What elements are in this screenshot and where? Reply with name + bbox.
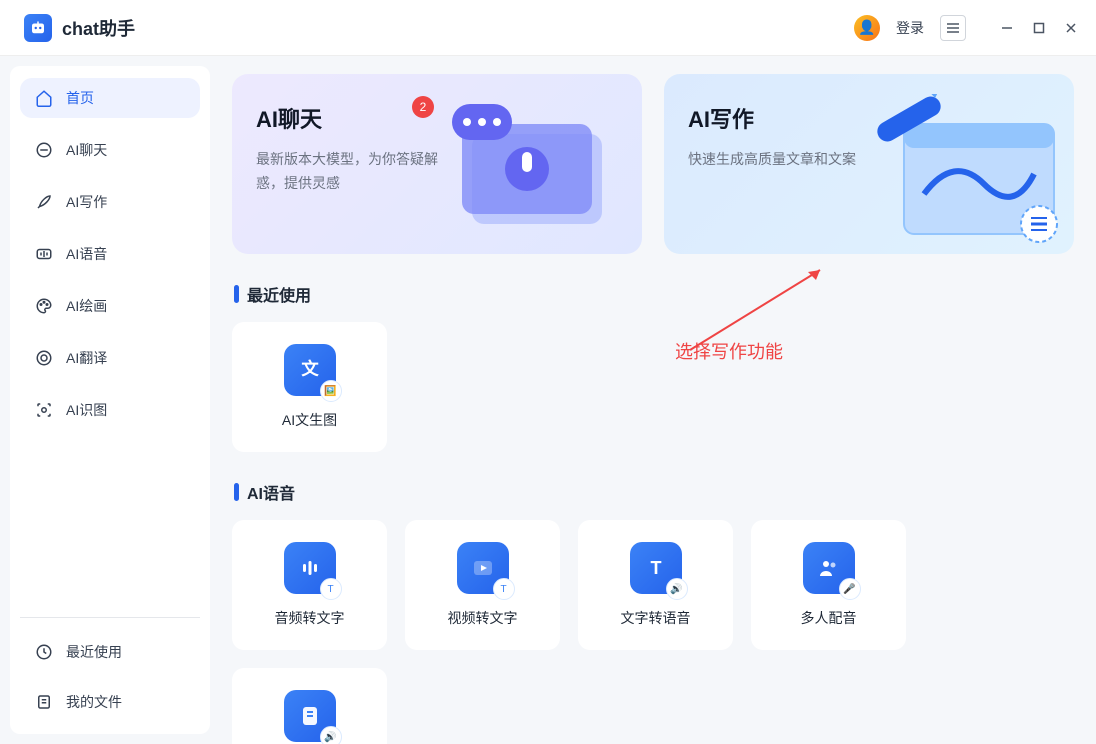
sidebar-item-home[interactable]: 首页 bbox=[20, 78, 200, 118]
text-image-icon: 文 🖼️ bbox=[284, 344, 336, 396]
sidebar-item-label: AI识图 bbox=[66, 400, 107, 420]
feature-card-write[interactable]: AI写作 快速生成高质量文章和文案 bbox=[664, 74, 1074, 254]
video-icon: T bbox=[457, 542, 509, 594]
sidebar-item-label: AI绘画 bbox=[66, 296, 107, 316]
section-header-voice: AI语音 bbox=[234, 480, 1074, 504]
tile-text-to-voice[interactable]: T 🔊 文字转语音 bbox=[578, 520, 733, 650]
sidebar-item-label: AI翻译 bbox=[66, 348, 107, 368]
section-accent-bar bbox=[234, 483, 239, 501]
write-illustration bbox=[864, 94, 1064, 244]
sidebar-item-write[interactable]: AI写作 bbox=[20, 182, 200, 222]
tile-text-to-image[interactable]: 文 🖼️ AI文生图 bbox=[232, 322, 387, 452]
minimize-button[interactable] bbox=[998, 19, 1016, 37]
sidebar-item-label: 最近使用 bbox=[66, 642, 122, 662]
file-icon bbox=[34, 692, 54, 712]
tile-document-to-voice[interactable]: 🔊 文本转语音 bbox=[232, 668, 387, 744]
sidebar-item-label: AI语音 bbox=[66, 244, 107, 264]
document-icon: 🔊 bbox=[284, 690, 336, 742]
mic-sub-icon: 🎤 bbox=[839, 578, 861, 600]
recent-tiles: 文 🖼️ AI文生图 bbox=[232, 322, 1074, 452]
feature-card-desc: 快速生成高质量文章和文案 bbox=[688, 148, 888, 172]
audio-sub-icon: 🔊 bbox=[320, 726, 342, 744]
tile-multi-voice[interactable]: 🎤 多人配音 bbox=[751, 520, 906, 650]
chat-illustration bbox=[432, 94, 632, 244]
image-sub-icon: 🖼️ bbox=[320, 380, 342, 402]
feature-card-chat[interactable]: 2 AI聊天 最新版本大模型，为你答疑解惑，提供灵感 bbox=[232, 74, 642, 254]
login-label[interactable]: 登录 bbox=[896, 18, 924, 38]
titlebar-right: 👤 登录 bbox=[854, 15, 1080, 41]
titlebar: chat助手 👤 登录 bbox=[0, 0, 1096, 56]
app-logo bbox=[24, 14, 52, 42]
tile-label: AI文生图 bbox=[282, 410, 337, 430]
people-icon: 🎤 bbox=[803, 542, 855, 594]
sidebar-item-label: 我的文件 bbox=[66, 692, 122, 712]
translate-icon bbox=[34, 348, 54, 368]
section-header-recent: 最近使用 bbox=[234, 282, 1074, 306]
annotation-text: 选择写作功能 bbox=[675, 338, 783, 364]
tile-label: 文字转语音 bbox=[621, 608, 691, 628]
app-body: 首页 AI聊天 AI写作 AI语音 AI绘画 AI翻译 bbox=[0, 56, 1096, 744]
nav-list: 首页 AI聊天 AI写作 AI语音 AI绘画 AI翻译 bbox=[20, 78, 200, 430]
sidebar-item-chat[interactable]: AI聊天 bbox=[20, 130, 200, 170]
tile-label: 多人配音 bbox=[801, 608, 857, 628]
feather-icon bbox=[34, 192, 54, 212]
sidebar-item-paint[interactable]: AI绘画 bbox=[20, 286, 200, 326]
user-avatar[interactable]: 👤 bbox=[854, 15, 880, 41]
hamburger-menu-button[interactable] bbox=[940, 15, 966, 41]
window-controls bbox=[998, 19, 1080, 37]
chat-icon bbox=[34, 140, 54, 160]
titlebar-left: chat助手 bbox=[24, 14, 135, 42]
feature-cards: 2 AI聊天 最新版本大模型，为你答疑解惑，提供灵感 AI写作 快速生成 bbox=[232, 74, 1074, 254]
text-icon: T 🔊 bbox=[630, 542, 682, 594]
scan-icon bbox=[34, 400, 54, 420]
tile-label: 音频转文字 bbox=[275, 608, 345, 628]
notification-badge: 2 bbox=[412, 96, 434, 118]
voice-tiles: T 音频转文字 T 视频转文字 T 🔊 文字转语音 bbox=[232, 520, 1074, 744]
feature-card-desc: 最新版本大模型，为你答疑解惑，提供灵感 bbox=[256, 148, 456, 196]
maximize-button[interactable] bbox=[1030, 19, 1048, 37]
section-title: AI语音 bbox=[247, 480, 295, 504]
sidebar-item-recent[interactable]: 最近使用 bbox=[20, 632, 200, 672]
sidebar-item-label: 首页 bbox=[66, 88, 94, 108]
audio-sub-icon: 🔊 bbox=[666, 578, 688, 600]
audio-icon bbox=[34, 244, 54, 264]
audio-bars-icon: T bbox=[284, 542, 336, 594]
tile-video-to-text[interactable]: T 视频转文字 bbox=[405, 520, 560, 650]
svg-text:文: 文 bbox=[301, 358, 319, 378]
sidebar-bottom: 最近使用 我的文件 bbox=[20, 617, 200, 722]
text-sub-icon: T bbox=[320, 578, 342, 600]
close-button[interactable] bbox=[1062, 19, 1080, 37]
section-accent-bar bbox=[234, 285, 239, 303]
text-sub-icon: T bbox=[493, 578, 515, 600]
sidebar-item-translate[interactable]: AI翻译 bbox=[20, 338, 200, 378]
palette-icon bbox=[34, 296, 54, 316]
sidebar-item-files[interactable]: 我的文件 bbox=[20, 682, 200, 722]
tile-label: 视频转文字 bbox=[448, 608, 518, 628]
history-icon bbox=[34, 642, 54, 662]
svg-text:T: T bbox=[650, 558, 661, 578]
app-title: chat助手 bbox=[62, 15, 135, 41]
sidebar-item-vision[interactable]: AI识图 bbox=[20, 390, 200, 430]
section-title: 最近使用 bbox=[247, 282, 311, 306]
sidebar-item-label: AI聊天 bbox=[66, 140, 107, 160]
sidebar-item-label: AI写作 bbox=[66, 192, 107, 212]
sidebar-item-voice[interactable]: AI语音 bbox=[20, 234, 200, 274]
home-icon bbox=[34, 88, 54, 108]
sidebar: 首页 AI聊天 AI写作 AI语音 AI绘画 AI翻译 bbox=[10, 66, 210, 734]
tile-audio-to-text[interactable]: T 音频转文字 bbox=[232, 520, 387, 650]
main-content: 2 AI聊天 最新版本大模型，为你答疑解惑，提供灵感 AI写作 快速生成 bbox=[210, 56, 1096, 744]
